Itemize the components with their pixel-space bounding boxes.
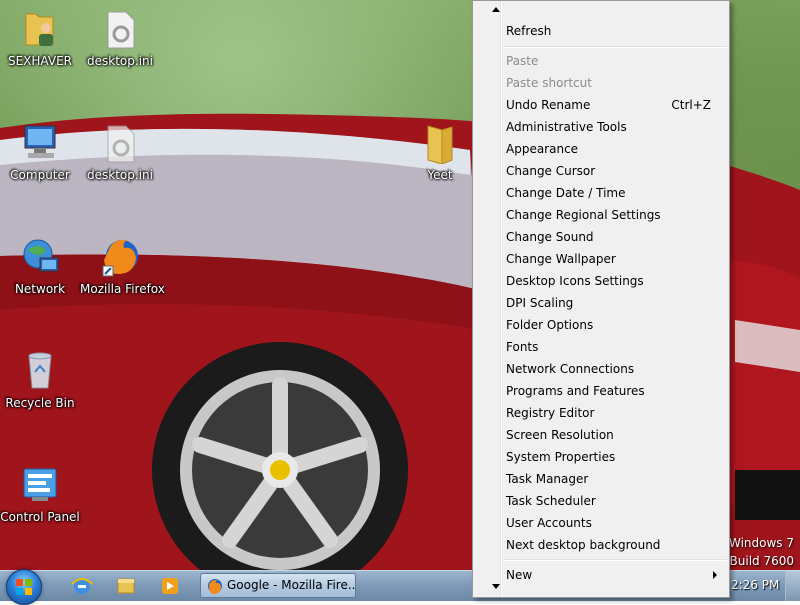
desktop-icon-sexhaver[interactable]: SEXHAVER [0, 8, 80, 68]
menu-item-screen-resolution[interactable]: Screen Resolution [505, 424, 723, 446]
desktop-icon-desktop-ini-2[interactable]: desktop.ini [80, 122, 160, 182]
desktop-icon-mozilla-firefox[interactable]: Mozilla Firefox [80, 236, 165, 296]
windows-build-watermark: Build 7600 [729, 554, 794, 568]
menu-item-change-cursor[interactable]: Change Cursor [505, 160, 723, 182]
menu-item-refresh[interactable]: Refresh [505, 20, 723, 42]
desktop-icon-label: SEXHAVER [7, 54, 72, 68]
menu-item-new[interactable]: New [505, 564, 723, 586]
menu-icon-gutter [500, 1, 502, 597]
windows-explorer-icon[interactable] [108, 574, 144, 598]
user-folder-icon [20, 8, 60, 50]
taskbar-button-firefox[interactable]: Google - Mozilla Fire... [200, 573, 356, 598]
menu-item-user-accounts[interactable]: User Accounts [505, 512, 723, 534]
menu-item-desktop-icons-settings[interactable]: Desktop Icons Settings [505, 270, 723, 292]
desktop-icon-desktop-ini[interactable]: desktop.ini [80, 8, 160, 68]
desktop-icon-label: Control Panel [0, 510, 80, 524]
menu-item-dpi-scaling[interactable]: DPI Scaling [505, 292, 723, 314]
menu-item-paste-shortcut[interactable]: Paste shortcut [505, 72, 723, 94]
desktop-context-menu: Refresh Paste Paste shortcut Undo Rename… [472, 0, 730, 598]
config-file-icon [100, 122, 140, 164]
menu-item-change-wallpaper[interactable]: Change Wallpaper [505, 248, 723, 270]
computer-icon [20, 122, 60, 164]
media-player-icon[interactable] [152, 574, 188, 598]
windows-version-watermark: Windows 7 [728, 536, 794, 550]
menu-item-undo-rename[interactable]: Undo Rename Ctrl+Z [505, 94, 723, 116]
menu-item-paste[interactable]: Paste [505, 50, 723, 72]
desktop-icon-yeet[interactable]: Yeet [400, 122, 480, 182]
scroll-up-arrow-icon[interactable] [492, 7, 500, 12]
desktop-icon-computer[interactable]: Computer [0, 122, 80, 182]
desktop-icon-label: Recycle Bin [5, 396, 75, 410]
network-icon [20, 236, 60, 278]
internet-explorer-icon[interactable] [64, 574, 100, 598]
menu-item-programs-and-features[interactable]: Programs and Features [505, 380, 723, 402]
menu-item-registry-editor[interactable]: Registry Editor [505, 402, 723, 424]
desktop-icon-recycle-bin[interactable]: Recycle Bin [0, 350, 80, 410]
menu-item-system-properties[interactable]: System Properties [505, 446, 723, 468]
desktop-icon-label: Network [14, 282, 66, 296]
desktop-icon-network[interactable]: Network [0, 236, 80, 296]
desktop-icon-label: Mozilla Firefox [80, 282, 165, 296]
windows-flag-icon [16, 579, 32, 595]
scroll-down-arrow-icon[interactable] [492, 584, 500, 589]
folder-icon [420, 122, 460, 165]
desktop-icon-label: desktop.ini [87, 54, 153, 68]
menu-item-shortcut: Ctrl+Z [671, 98, 711, 112]
desktop-icon-control-panel[interactable]: Control Panel [0, 464, 80, 524]
system-clock[interactable]: 2:26 PM [731, 578, 779, 592]
menu-item-appearance[interactable]: Appearance [505, 138, 723, 160]
taskbar-button-label: Google - Mozilla Fire... [227, 578, 356, 592]
menu-separator [503, 559, 727, 561]
firefox-icon [208, 579, 222, 594]
control-panel-icon [20, 464, 60, 506]
desktop-icon-label: Computer [10, 168, 70, 182]
firefox-icon [100, 236, 140, 278]
recycle-bin-icon [20, 350, 60, 392]
menu-item-task-scheduler[interactable]: Task Scheduler [505, 490, 723, 512]
menu-item-administrative-tools[interactable]: Administrative Tools [505, 116, 723, 138]
menu-item-fonts[interactable]: Fonts [505, 336, 723, 358]
menu-item-change-date-time[interactable]: Change Date / Time [505, 182, 723, 204]
menu-item-next-desktop-background[interactable]: Next desktop background [505, 534, 723, 556]
menu-item-task-manager[interactable]: Task Manager [505, 468, 723, 490]
show-desktop-button[interactable] [785, 571, 800, 601]
menu-item-folder-options[interactable]: Folder Options [505, 314, 723, 336]
menu-item-change-sound[interactable]: Change Sound [505, 226, 723, 248]
desktop-icon-label: Yeet [427, 168, 453, 182]
menu-separator [503, 46, 727, 48]
menu-item-network-connections[interactable]: Network Connections [505, 358, 723, 380]
menu-item-change-regional-settings[interactable]: Change Regional Settings [505, 204, 723, 226]
desktop-icon-label: desktop.ini [87, 168, 153, 182]
config-file-icon [100, 8, 140, 50]
submenu-arrow-icon [713, 571, 717, 579]
